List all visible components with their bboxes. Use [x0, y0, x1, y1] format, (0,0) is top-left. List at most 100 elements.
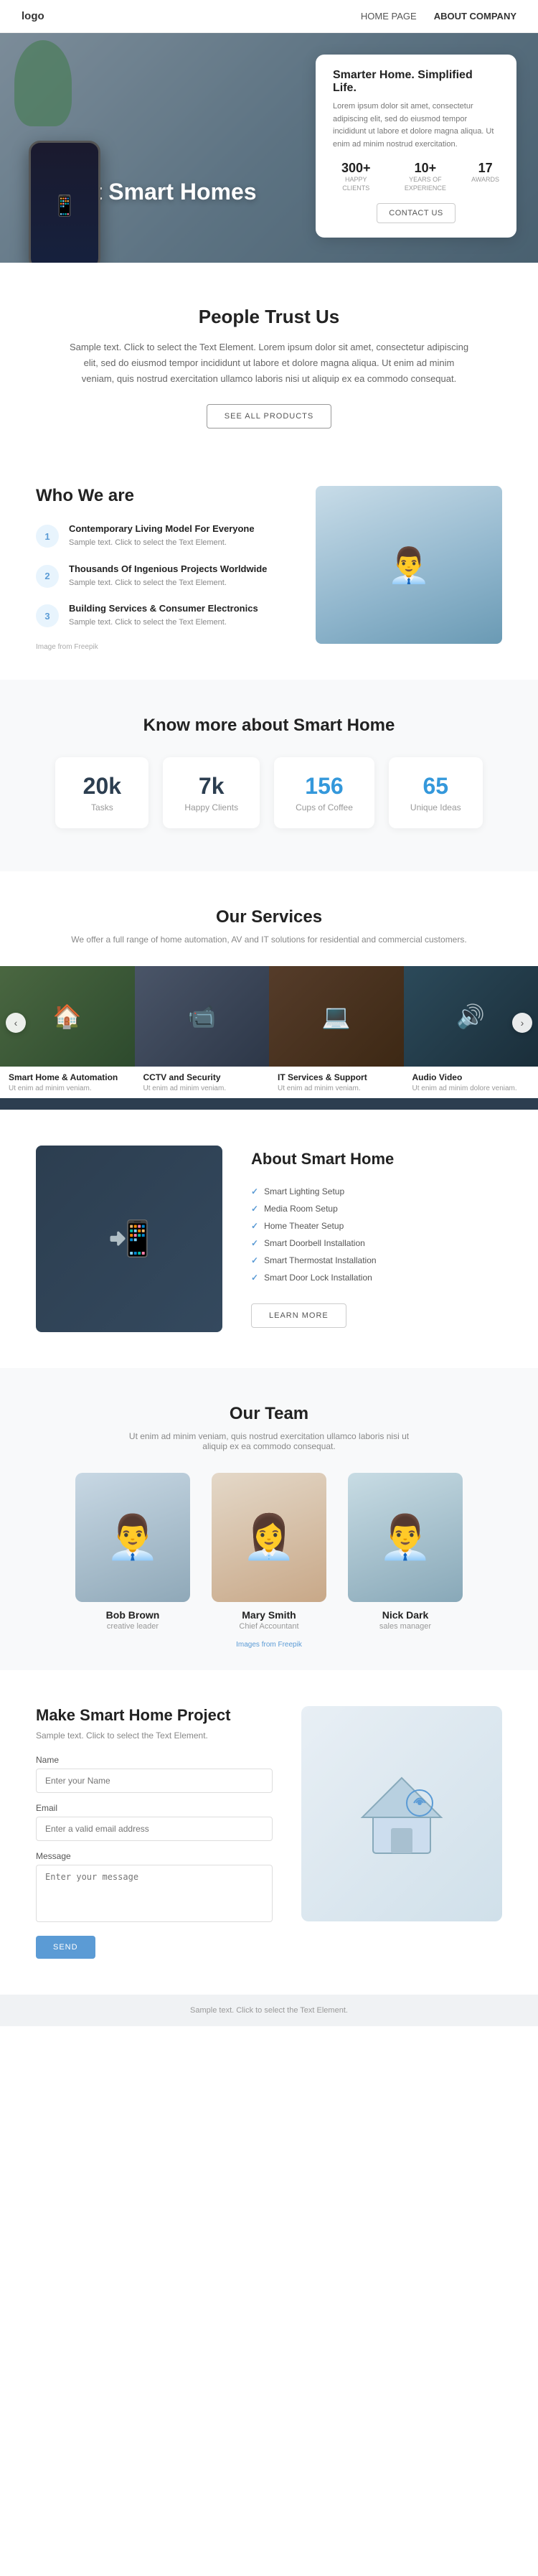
team-avatar-1: 👩‍💼 [212, 1473, 326, 1602]
hero-stat-2: 17 AWARDS [471, 161, 499, 192]
team-grid: 👨‍💼 Bob Brown creative leader 👩‍💼 Mary S… [36, 1473, 502, 1631]
email-label: Email [36, 1803, 273, 1813]
who-freepik-credit: Image from Freepik [36, 643, 294, 651]
about-list-item-4: Smart Thermostat Installation [251, 1252, 394, 1269]
navigation: logo HOME PAGE ABOUT COMPANY [0, 0, 538, 33]
services-section: Our Services We offer a full range of ho… [0, 871, 538, 1110]
services-track: 🏠 Smart Home & Automation Ut enim ad min… [0, 966, 538, 1110]
hero-plant-decoration [14, 40, 72, 126]
services-header: Our Services We offer a full range of ho… [0, 907, 538, 966]
hero-card-body: Lorem ipsum dolor sit amet, consectetur … [333, 100, 499, 151]
who-item-0: 1 Contemporary Living Model For Everyone… [36, 523, 294, 549]
know-stat-2: 156 Cups of Coffee [274, 757, 374, 828]
team-section: Our Team Ut enim ad minim veniam, quis n… [0, 1368, 538, 1670]
who-section: Who We are 1 Contemporary Living Model F… [0, 457, 538, 680]
service-item-0: 🏠 Smart Home & Automation Ut enim ad min… [0, 966, 135, 1110]
form-field-name: Name [36, 1755, 273, 1793]
contact-section: Make Smart Home Project Sample text. Cli… [0, 1670, 538, 1995]
who-left: Who We are 1 Contemporary Living Model F… [36, 486, 294, 651]
know-stat-3: 65 Unique Ideas [389, 757, 483, 828]
team-name-1: Mary Smith [212, 1609, 326, 1621]
form-field-email: Email [36, 1803, 273, 1841]
who-item-0-content: Contemporary Living Model For Everyone S… [69, 523, 255, 549]
hero-stats: 300+ HAPPY CLIENTS 10+ YEARS OF EXPERIEN… [333, 161, 499, 192]
who-heading: Who We are [36, 486, 294, 506]
who-image: 👨‍💼 [316, 486, 502, 644]
service-item-2: 💻 IT Services & Support Ut enim ad minim… [269, 966, 404, 1110]
who-image-inner: 👨‍💼 [316, 486, 502, 644]
message-label: Message [36, 1851, 273, 1861]
team-name-2: Nick Dark [348, 1609, 463, 1621]
team-member-0: 👨‍💼 Bob Brown creative leader [75, 1473, 190, 1631]
about-list-item-2: Home Theater Setup [251, 1217, 394, 1235]
freepik-link[interactable]: Images from Freepik [236, 1641, 302, 1649]
team-freepik-credit: Images from Freepik [36, 1641, 502, 1649]
about-list-item-1: Media Room Setup [251, 1200, 394, 1217]
who-item-2-content: Building Services & Consumer Electronics… [69, 603, 258, 629]
about-list-item-3: Smart Doorbell Installation [251, 1235, 394, 1252]
team-role-1: Chief Accountant [212, 1622, 326, 1631]
trust-section: People Trust Us Sample text. Click to se… [0, 263, 538, 457]
about-home-image: 📲 [36, 1146, 222, 1332]
hero-card-heading: Smarter Home. Simplified Life. [333, 69, 499, 95]
see-all-products-button[interactable]: SEE ALL PRODUCTS [207, 404, 331, 428]
service-item-3: 🔊 Audio Video Ut enim ad minim dolore ve… [404, 966, 538, 1110]
service-info-2: IT Services & Support Ut enim ad minim v… [269, 1067, 404, 1098]
name-input[interactable] [36, 1769, 273, 1793]
contact-image [301, 1706, 502, 1921]
hero-stat-1: 10+ YEARS OF EXPERIENCE [391, 161, 461, 192]
team-role-2: sales manager [348, 1622, 463, 1631]
team-member-1: 👩‍💼 Mary Smith Chief Accountant [212, 1473, 326, 1631]
footer-text: Sample text. Click to select the Text El… [190, 2006, 348, 2015]
contact-form: Make Smart Home Project Sample text. Cli… [36, 1706, 273, 1959]
service-bg-2: 💻 [269, 966, 404, 1067]
hero-stat-0: 300+ HAPPY CLIENTS [333, 161, 379, 192]
form-field-message: Message [36, 1851, 273, 1926]
service-info-0: Smart Home & Automation Ut enim ad minim… [0, 1067, 135, 1098]
services-subheading: We offer a full range of home automation… [36, 935, 502, 945]
smart-home-svg [351, 1764, 452, 1864]
message-input[interactable] [36, 1865, 273, 1922]
about-home-content: About Smart Home Smart Lighting Setup Me… [251, 1150, 394, 1328]
know-stat-1: 7k Happy Clients [163, 757, 260, 828]
about-list-item-5: Smart Door Lock Installation [251, 1269, 394, 1286]
services-heading: Our Services [36, 907, 502, 927]
know-section: Know more about Smart Home 20k Tasks 7k … [0, 680, 538, 871]
slider-next-button[interactable]: › [512, 1013, 532, 1033]
know-stats-row: 20k Tasks 7k Happy Clients 156 Cups of C… [36, 757, 502, 828]
service-bg-1: 📹 [135, 966, 270, 1067]
hero-card: Smarter Home. Simplified Life. Lorem ips… [316, 55, 516, 238]
team-heading: Our Team [36, 1404, 502, 1424]
trust-body: Sample text. Click to select the Text El… [68, 339, 470, 387]
team-subheading: Ut enim ad minim veniam, quis nostrud ex… [126, 1431, 412, 1451]
trust-heading: People Trust Us [43, 306, 495, 328]
nav-home[interactable]: HOME PAGE [361, 11, 417, 22]
hero-phone-image: 📱 [29, 141, 100, 263]
nav-links: HOME PAGE ABOUT COMPANY [361, 11, 516, 22]
team-name-0: Bob Brown [75, 1609, 190, 1621]
nav-about[interactable]: ABOUT COMPANY [434, 11, 516, 22]
send-button[interactable]: SEND [36, 1936, 95, 1959]
logo: logo [22, 10, 44, 22]
about-list-item-0: Smart Lighting Setup [251, 1183, 394, 1200]
contact-us-button[interactable]: CONTACT US [377, 203, 456, 223]
know-heading: Know more about Smart Home [36, 716, 502, 736]
services-slider: ‹ 🏠 Smart Home & Automation Ut enim ad m… [0, 966, 538, 1110]
name-label: Name [36, 1755, 273, 1765]
about-home-heading: About Smart Home [251, 1150, 394, 1168]
email-input[interactable] [36, 1817, 273, 1841]
service-item-1: 📹 CCTV and Security Ut enim ad minim ven… [135, 966, 270, 1110]
about-home-list: Smart Lighting Setup Media Room Setup Ho… [251, 1183, 394, 1286]
contact-subheading: Sample text. Click to select the Text El… [36, 1730, 273, 1741]
service-info-1: CCTV and Security Ut enim ad minim venia… [135, 1067, 270, 1098]
service-info-3: Audio Video Ut enim ad minim dolore veni… [404, 1067, 538, 1098]
hero-section: About Smart Homes 📱 Smarter Home. Simpli… [0, 33, 538, 263]
slider-prev-button[interactable]: ‹ [6, 1013, 26, 1033]
who-item-2: 3 Building Services & Consumer Electroni… [36, 603, 294, 629]
learn-more-button[interactable]: LEARN MORE [251, 1303, 346, 1328]
team-member-2: 👨‍💼 Nick Dark sales manager [348, 1473, 463, 1631]
know-stat-0: 20k Tasks [55, 757, 148, 828]
footer: Sample text. Click to select the Text El… [0, 1995, 538, 2026]
who-item-1-content: Thousands Of Ingenious Projects Worldwid… [69, 563, 267, 589]
contact-heading: Make Smart Home Project [36, 1706, 273, 1725]
